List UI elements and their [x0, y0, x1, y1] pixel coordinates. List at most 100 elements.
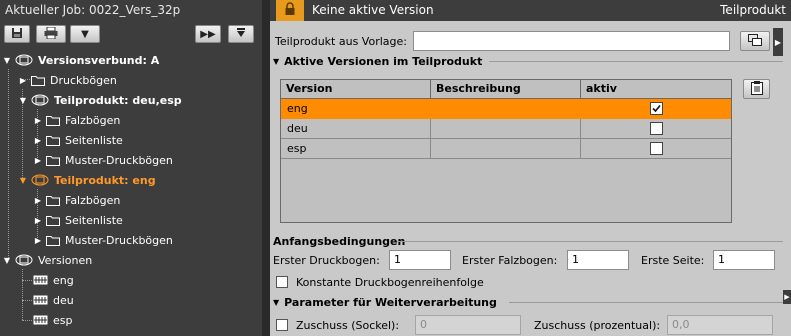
aktiv-cell: [581, 119, 731, 139]
zuschuss-sockel-checkbox[interactable]: [276, 319, 288, 331]
expanded-triangle-icon[interactable]: ▼: [273, 298, 279, 307]
panel-header: Keine aktive Version Teilprodukt: [270, 0, 791, 21]
clipboard-icon: [750, 80, 763, 98]
tree-item-muster-druckboegen[interactable]: ▶ Muster-Druckbögen: [33, 151, 173, 169]
versions-set-icon: [15, 54, 33, 66]
erster-druckbogen-label: Erster Druckbogen:: [273, 254, 380, 267]
pane-splitter[interactable]: [262, 0, 270, 336]
aktiv-checkbox[interactable]: [650, 142, 663, 155]
zuschuss-prozentual-label: Zuschuss (prozentual):: [534, 319, 661, 332]
print-button[interactable]: [36, 25, 66, 43]
versions-set-icon: [15, 254, 33, 266]
expanded-triangle-icon[interactable]: ▼: [273, 57, 279, 66]
aktiv-checkbox[interactable]: [650, 102, 663, 115]
save-icon: [11, 27, 23, 42]
tree-item-version-eng[interactable]: eng: [33, 271, 74, 289]
zuschuss-prozentual-field[interactable]: 0,0: [667, 315, 773, 335]
column-header-aktiv[interactable]: aktiv: [581, 80, 731, 99]
vorlage-label: Teilprodukt aus Vorlage:: [275, 35, 407, 48]
version-status: Keine aktive Version: [312, 3, 434, 17]
chevron-right-icon: ▶: [774, 37, 782, 47]
version-cell: eng: [281, 99, 431, 119]
forward-button[interactable]: ▶▶: [195, 25, 221, 43]
expanded-triangle-icon[interactable]: ▼: [18, 176, 28, 185]
tree-item-seitenliste[interactable]: ▶ Seitenliste: [33, 131, 123, 149]
tree-item-version-deu[interactable]: deu: [33, 291, 74, 309]
folder-icon: [46, 135, 60, 146]
versions-set-icon: [31, 174, 49, 186]
section-parameter[interactable]: ▼ Parameter für Weiterverarbeitung: [273, 296, 497, 309]
job-title: Aktueller Job: 0022_Vers_32p: [5, 3, 181, 17]
tree-item-version-esp[interactable]: esp: [33, 311, 72, 329]
collapsed-triangle-icon[interactable]: ▶: [33, 156, 43, 165]
window-select-icon: [748, 33, 762, 49]
collapsed-triangle-icon[interactable]: ▶: [33, 216, 43, 225]
aktiv-cell: [581, 99, 731, 119]
collapsed-triangle-icon[interactable]: ▶: [33, 116, 43, 125]
aktiv-cell: [581, 139, 731, 159]
checkmark-icon: [652, 104, 661, 113]
collapsed-triangle-icon[interactable]: ▶: [33, 236, 43, 245]
tree-item-druckboegen[interactable]: ▶ Druckbögen: [18, 71, 117, 89]
erster-falzbogen-field[interactable]: 1: [567, 250, 629, 270]
tree-item-versionen[interactable]: ▼ Versionen: [2, 251, 92, 269]
folder-icon: [46, 215, 60, 226]
folder-icon: [46, 235, 60, 246]
menu-dropdown-button[interactable]: ▼: [70, 25, 100, 43]
tree-item-teilprodukt-deu-esp[interactable]: ▼ Teilprodukt: deu,esp: [18, 91, 182, 109]
chevron-down-icon: ▼: [81, 28, 89, 40]
erste-seite-field[interactable]: 1: [713, 250, 775, 270]
table-row[interactable]: esp: [281, 139, 731, 159]
tree-item-teilprodukt-eng[interactable]: ▼ Teilprodukt: eng: [18, 171, 156, 189]
collapsed-triangle-icon[interactable]: ▶: [18, 76, 28, 85]
versions-table: Version Beschreibung aktiv eng deu esp: [280, 79, 732, 223]
version-grid-icon: [33, 295, 48, 305]
folder-icon: [31, 75, 45, 86]
table-row[interactable]: deu: [281, 119, 731, 139]
fast-forward-icon: ▶▶: [200, 28, 216, 40]
table-row[interactable]: eng: [281, 99, 731, 119]
folder-icon: [46, 195, 60, 206]
erster-druckbogen-field[interactable]: 1: [389, 250, 451, 270]
collapsed-triangle-icon[interactable]: ▶: [33, 196, 43, 205]
tree-item-versionsverbund[interactable]: ▼ Versionsverbund: A: [2, 51, 159, 69]
collapsed-triangle-icon[interactable]: ▶: [33, 136, 43, 145]
expanded-triangle-icon[interactable]: ▼: [2, 256, 12, 265]
beschreibung-cell[interactable]: [431, 119, 581, 139]
version-grid-icon: [33, 275, 48, 285]
version-cell: esp: [281, 139, 431, 159]
folder-icon: [46, 155, 60, 166]
chevron-right-icon: ▶: [784, 293, 790, 301]
tree-item-muster-druckboegen[interactable]: ▶ Muster-Druckbögen: [33, 231, 173, 249]
section-aktive-versionen[interactable]: ▼ Aktive Versionen im Teilprodukt: [273, 55, 482, 68]
vorlage-select-button[interactable]: [740, 31, 770, 51]
lock-icon: [284, 2, 296, 19]
column-header-version[interactable]: Version: [281, 80, 431, 99]
collapse-down-icon: [236, 27, 246, 41]
tree-item-falzboegen[interactable]: ▶ Falzbögen: [33, 111, 120, 129]
collapse-button[interactable]: [228, 25, 254, 43]
aktiv-checkbox[interactable]: [650, 122, 663, 135]
scroll-right-button[interactable]: ▶: [783, 290, 791, 304]
vorlage-field[interactable]: [413, 31, 730, 51]
versions-set-icon: [31, 94, 49, 106]
erste-seite-label: Erste Seite:: [641, 254, 705, 267]
lock-button[interactable]: [276, 0, 304, 21]
folder-icon: [46, 115, 60, 126]
version-cell: deu: [281, 119, 431, 139]
beschreibung-cell[interactable]: [431, 139, 581, 159]
konstante-label: Konstante Druckbogenreihenfolge: [296, 276, 484, 289]
save-button[interactable]: [4, 25, 30, 43]
zuschuss-sockel-label: Zuschuss (Sockel):: [296, 319, 400, 332]
side-expand-button[interactable]: ▶: [773, 28, 783, 56]
beschreibung-cell[interactable]: [431, 99, 581, 119]
print-icon: [44, 26, 58, 42]
expanded-triangle-icon[interactable]: ▼: [18, 96, 28, 105]
tree-item-falzboegen[interactable]: ▶ Falzbögen: [33, 191, 120, 209]
expanded-triangle-icon[interactable]: ▼: [2, 56, 12, 65]
tree-item-seitenliste[interactable]: ▶ Seitenliste: [33, 211, 123, 229]
column-header-beschreibung[interactable]: Beschreibung: [431, 80, 581, 99]
konstante-checkbox[interactable]: [276, 276, 288, 288]
zuschuss-sockel-field[interactable]: 0: [415, 315, 521, 335]
table-action-button[interactable]: [743, 79, 770, 99]
